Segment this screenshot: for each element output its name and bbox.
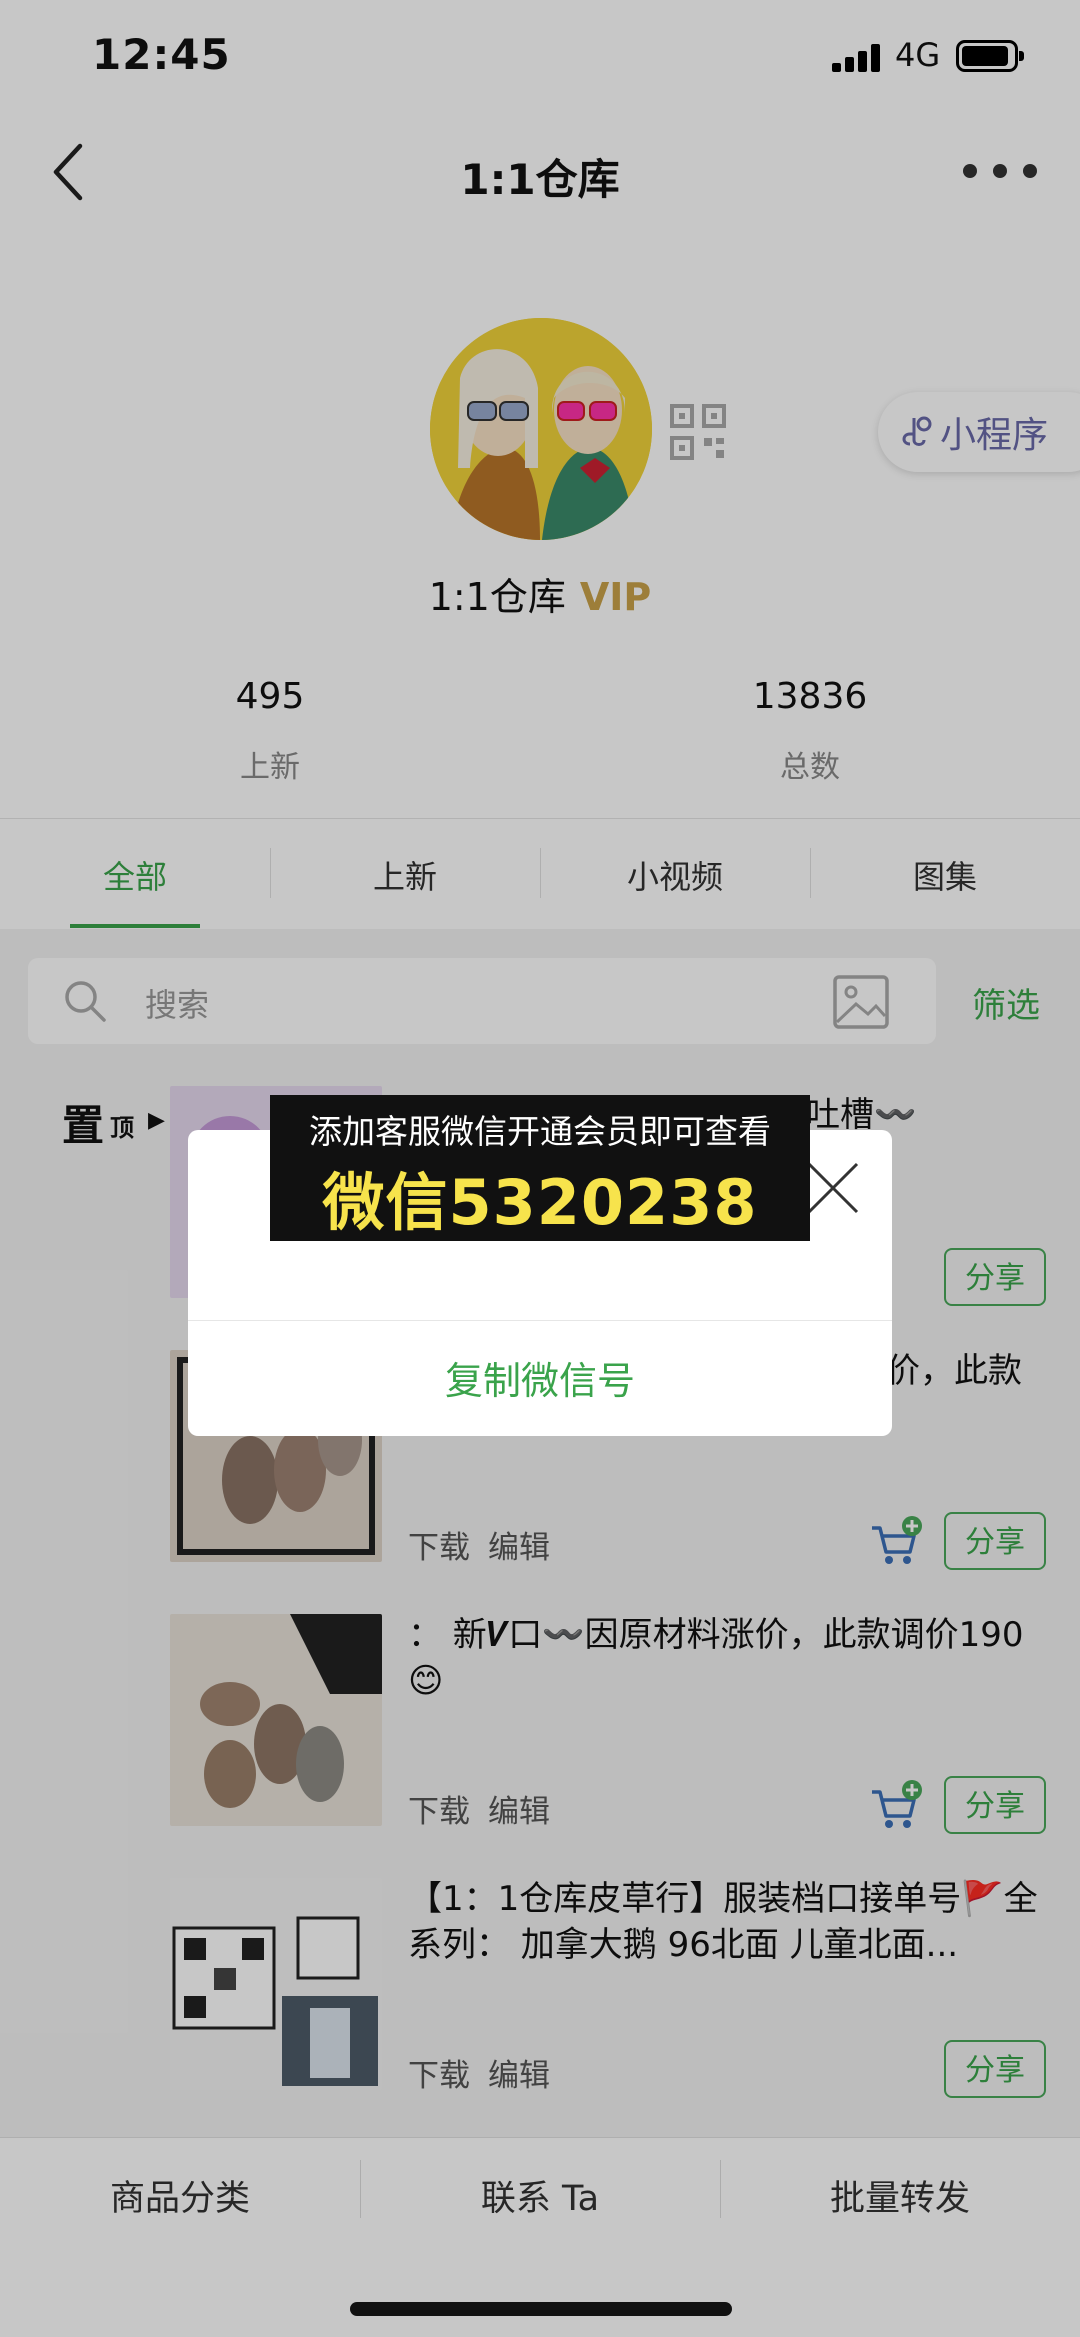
wechat-id-text: 微信5320238 <box>322 1166 758 1239</box>
copy-wechat-button[interactable]: 复制微信号 <box>188 1350 892 1405</box>
close-icon[interactable] <box>805 1160 861 1216</box>
dialog-divider <box>188 1320 892 1321</box>
promo-text: 添加客服微信开通会员即可查看 <box>309 1112 771 1151</box>
home-indicator[interactable] <box>350 2302 732 2316</box>
